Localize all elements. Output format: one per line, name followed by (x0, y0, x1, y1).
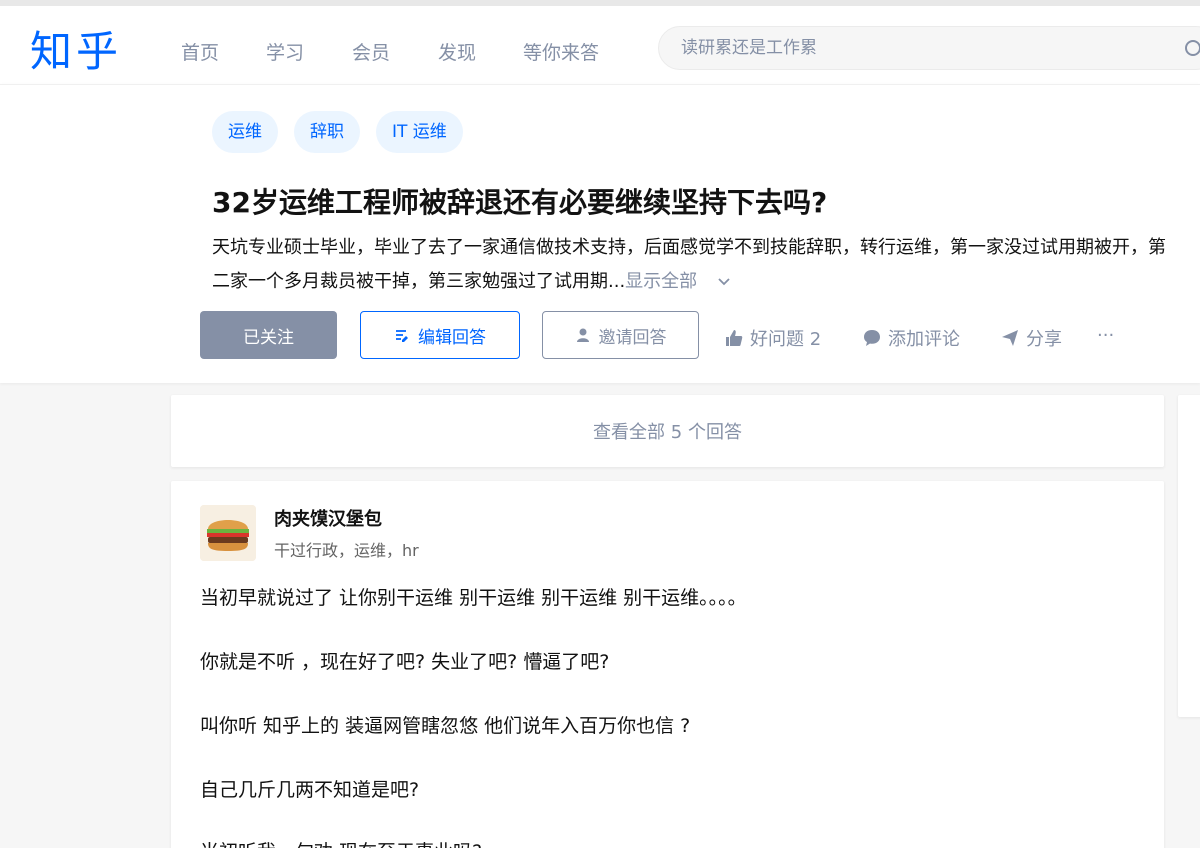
more-button[interactable]: ··· (1097, 325, 1114, 346)
answer-paragraph: 当初听我一句劝 现在至于事业吗? (200, 837, 482, 848)
nav-link-waiting-answers[interactable]: 等你来答 (523, 38, 599, 65)
question-header: 运维 辞职 IT 运维 32岁运维工程师被辞退还有必要继续坚持下去吗? 天坑专业… (0, 84, 1200, 383)
person-icon (576, 328, 589, 342)
good-question-label: 好问题 2 (750, 329, 822, 350)
edit-answer-label: 编辑回答 (418, 327, 486, 348)
view-all-answers-label: 查看全部 5 个回答 (593, 422, 742, 443)
search-icon[interactable] (1185, 40, 1200, 56)
good-question-button[interactable]: 好问题 2 (724, 325, 821, 351)
paper-plane-icon (1002, 330, 1018, 346)
nav-link-discover[interactable]: 发现 (438, 38, 476, 65)
answer-paragraph: 你就是不听 ，现在好了吧? 失业了吧? 懵逼了吧? (200, 651, 610, 673)
invite-answer-label: 邀请回答 (598, 327, 667, 348)
share-button[interactable]: 分享 (1000, 325, 1062, 351)
thumbs-up-icon (726, 330, 743, 346)
add-comment-button[interactable]: 添加评论 (862, 325, 960, 351)
add-comment-label: 添加评论 (888, 329, 960, 350)
zhihu-logo[interactable]: 知乎 (30, 18, 122, 79)
author-headline: 干过行政，运维，hr (274, 541, 419, 560)
nav-link-membership[interactable]: 会员 (352, 38, 390, 65)
top-navigation: 知乎 首页 学习 会员 发现 等你来答 (0, 0, 1200, 84)
sidebar-card (1178, 395, 1200, 717)
answer-paragraph: 当初早就说过了 让你别干运维 别干运维 别干运维 别干运维。。。。 (200, 587, 747, 609)
followed-button-label: 已关注 (243, 327, 294, 348)
answer-paragraph: 自己几斤几两不知道是吧? (200, 779, 420, 801)
avatar[interactable] (200, 505, 256, 561)
search-box (658, 26, 1200, 70)
nav-link-learn[interactable]: 学习 (266, 38, 304, 65)
answer-paragraph: 叫你听 知乎上的 装逼网管瞎忽悠 他们说年入百万你也信 ? (200, 715, 691, 737)
share-label: 分享 (1026, 329, 1062, 350)
show-all-link[interactable]: 显示全部 (625, 271, 697, 292)
topic-tag-resign[interactable]: 辞职 (294, 111, 360, 153)
followed-button[interactable]: 已关注 (200, 311, 337, 359)
answer-card: 肉夹馍汉堡包 干过行政，运维，hr 当初早就说过了 让你别干运维 别干运维 别干… (171, 481, 1164, 848)
edit-icon (396, 330, 408, 342)
more-icon: ··· (1097, 325, 1115, 346)
burger-avatar-icon (200, 505, 256, 561)
search-input[interactable] (681, 27, 1161, 69)
topic-tag-ops[interactable]: 运维 (212, 111, 278, 153)
topic-tag-it-ops[interactable]: IT 运维 (376, 111, 463, 153)
edit-answer-button[interactable]: 编辑回答 (360, 311, 520, 359)
comment-icon (864, 330, 880, 346)
view-all-answers-button[interactable]: 查看全部 5 个回答 (171, 395, 1164, 467)
invite-answer-button[interactable]: 邀请回答 (542, 311, 699, 359)
question-title: 32岁运维工程师被辞退还有必要继续坚持下去吗? (212, 186, 828, 219)
question-description: 天坑专业硕士毕业，毕业了去了一家通信做技术支持，后面感觉学不到技能辞职，转行运维… (212, 231, 1172, 299)
chevron-down-icon[interactable] (717, 277, 731, 287)
nav-link-home[interactable]: 首页 (181, 38, 219, 65)
author-name[interactable]: 肉夹馍汉堡包 (274, 505, 382, 531)
